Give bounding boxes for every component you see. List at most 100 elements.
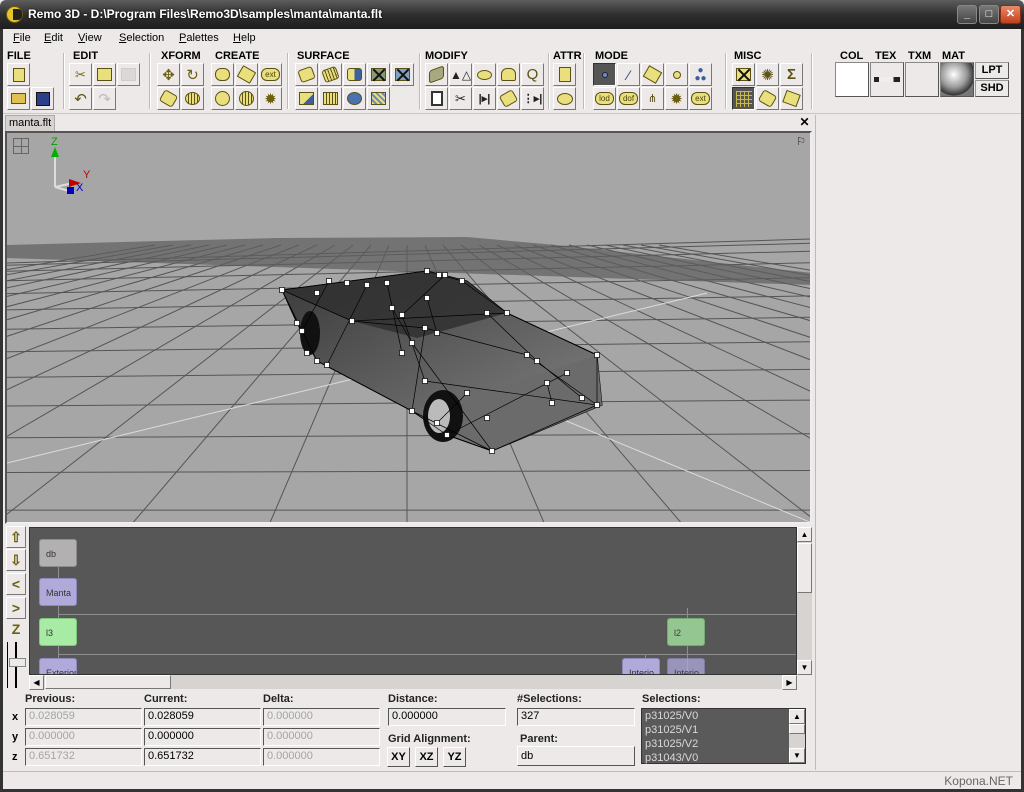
clear-color-button[interactable] bbox=[367, 63, 390, 86]
hierarchy-graph[interactable]: db Manta l3 Exterior l2 Interio Interio bbox=[29, 527, 797, 675]
selections-scrollbar[interactable]: ▲ ▼ bbox=[789, 709, 805, 763]
scroll-up-button[interactable]: ▲ bbox=[797, 527, 812, 542]
distribute-button[interactable]: ⋮▸| bbox=[521, 87, 544, 110]
vertex-mode-button[interactable] bbox=[593, 63, 616, 86]
nav-up-button[interactable]: ⇧ bbox=[6, 526, 26, 548]
align-button[interactable]: |▸| bbox=[473, 87, 496, 110]
menu-selection[interactable]: Selection bbox=[119, 32, 164, 44]
put-button[interactable] bbox=[157, 87, 180, 110]
undo-button[interactable]: ↶ bbox=[69, 87, 92, 110]
group-mode-button[interactable]: ● ●● bbox=[689, 63, 712, 86]
texture-swatch[interactable] bbox=[870, 62, 904, 97]
copy-button[interactable] bbox=[93, 63, 116, 86]
center-button[interactable] bbox=[756, 87, 779, 110]
texture-mapping-swatch[interactable] bbox=[905, 62, 939, 97]
nav-left-button[interactable]: < bbox=[6, 573, 26, 595]
delta-x-field[interactable]: 0.000000 bbox=[263, 708, 380, 726]
3d-viewport[interactable]: Z Y X ⚐ bbox=[5, 131, 812, 524]
merge-button[interactable]: ✂ bbox=[449, 87, 472, 110]
paste-button[interactable] bbox=[117, 63, 140, 86]
scroll-left-button[interactable]: ◀ bbox=[29, 675, 44, 690]
paint-material-button[interactable] bbox=[343, 63, 366, 86]
find-button[interactable]: Q bbox=[521, 63, 544, 86]
current-x-field[interactable]: 0.028059 bbox=[144, 708, 261, 726]
switch-mode-button[interactable]: ⋔ bbox=[641, 87, 664, 110]
rotate-button[interactable]: ↻ bbox=[181, 63, 204, 86]
explode-button[interactable]: ✺ bbox=[756, 63, 779, 86]
face-mode-button[interactable] bbox=[641, 63, 664, 86]
texture-map-button[interactable] bbox=[367, 87, 390, 110]
grid-xz-button[interactable]: XZ bbox=[415, 747, 438, 767]
split-button[interactable] bbox=[425, 87, 448, 110]
minimize-button[interactable]: _ bbox=[957, 5, 977, 24]
comment-button[interactable] bbox=[553, 87, 576, 110]
node-l2[interactable]: l2 bbox=[667, 618, 705, 646]
scroll-thumb[interactable] bbox=[789, 724, 805, 734]
shd-button[interactable]: SHD bbox=[975, 80, 1009, 97]
cut-button[interactable]: ✂ bbox=[69, 63, 92, 86]
color-swatch[interactable] bbox=[835, 62, 869, 97]
paint-texture-button[interactable] bbox=[319, 63, 342, 86]
object-mode-button[interactable] bbox=[665, 63, 688, 86]
node-interior-1[interactable]: Interio bbox=[622, 658, 660, 674]
node-l3[interactable]: l3 bbox=[39, 618, 77, 646]
extrude-button[interactable] bbox=[473, 63, 496, 86]
snap-grid-button[interactable] bbox=[732, 87, 755, 110]
flip-button[interactable]: ▲△ bbox=[449, 63, 472, 86]
statistics-button[interactable]: Σ bbox=[780, 63, 803, 86]
list-item[interactable]: p31025/V1 bbox=[642, 723, 805, 737]
menu-help[interactable]: Help bbox=[233, 32, 256, 44]
material-swatch[interactable] bbox=[940, 62, 974, 97]
create-face-button[interactable] bbox=[211, 87, 234, 110]
paint-color-button[interactable] bbox=[295, 63, 318, 86]
menu-view[interactable]: View bbox=[78, 32, 102, 44]
nav-down-button[interactable]: ⇩ bbox=[6, 549, 26, 571]
pick-texture-button[interactable] bbox=[319, 87, 342, 110]
selections-list[interactable]: p31025/V0 p31025/V1 p31025/V2 p31043/V0 … bbox=[641, 708, 806, 764]
close-button[interactable]: ✕ bbox=[1000, 5, 1021, 24]
menu-file[interactable]: File bbox=[13, 32, 31, 44]
create-object-button[interactable] bbox=[235, 63, 258, 86]
scroll-thumb[interactable] bbox=[797, 543, 812, 593]
clear-texture-button[interactable] bbox=[391, 63, 414, 86]
scroll-thumb[interactable] bbox=[45, 675, 171, 689]
node-db[interactable]: db bbox=[39, 539, 77, 567]
document-tab[interactable]: manta.flt bbox=[5, 115, 55, 131]
menu-palettes[interactable]: Palettes bbox=[179, 32, 219, 44]
scroll-down-button[interactable]: ▼ bbox=[789, 748, 805, 763]
maximize-button[interactable]: □ bbox=[979, 5, 999, 24]
pick-color-button[interactable] bbox=[295, 87, 318, 110]
open-button[interactable] bbox=[7, 87, 30, 110]
zoom-slider[interactable] bbox=[7, 642, 26, 688]
scale-button[interactable] bbox=[181, 87, 204, 110]
project-button[interactable] bbox=[497, 87, 520, 110]
edge-mode-button[interactable]: ⁄ bbox=[617, 63, 640, 86]
list-item[interactable]: p31025/V0 bbox=[642, 709, 805, 723]
scroll-right-button[interactable]: ▶ bbox=[782, 675, 797, 690]
list-item[interactable]: p31025/V2 bbox=[642, 737, 805, 751]
scroll-up-button[interactable]: ▲ bbox=[789, 709, 805, 724]
create-lightpoint-button[interactable]: ✹ bbox=[259, 87, 282, 110]
create-sphere-button[interactable] bbox=[235, 87, 258, 110]
lpt-button[interactable]: LPT bbox=[975, 62, 1009, 79]
move-button[interactable]: ✥ bbox=[157, 63, 180, 86]
parent-button[interactable]: db bbox=[517, 746, 635, 766]
bounding-box-button[interactable] bbox=[732, 63, 755, 86]
ext-mode-button[interactable]: ext bbox=[689, 87, 712, 110]
hierarchy-vertical-scrollbar[interactable]: ▲ ▼ bbox=[797, 527, 812, 675]
attributes-button[interactable] bbox=[553, 63, 576, 86]
new-file-button[interactable] bbox=[7, 63, 30, 86]
node-interior-2[interactable]: Interio bbox=[667, 658, 705, 674]
zoom-slider-thumb[interactable] bbox=[9, 658, 26, 667]
grid-xy-button[interactable]: XY bbox=[387, 747, 410, 767]
slice-button[interactable] bbox=[497, 63, 520, 86]
node-manta[interactable]: Manta bbox=[39, 578, 77, 606]
create-ext-button[interactable]: ext bbox=[259, 63, 282, 86]
lightpoint-mode-button[interactable]: ✹ bbox=[665, 87, 688, 110]
pick-material-button[interactable] bbox=[343, 87, 366, 110]
viewport-layout-icon[interactable] bbox=[13, 138, 29, 154]
lod-mode-button[interactable]: lod bbox=[593, 87, 616, 110]
nav-right-button[interactable]: > bbox=[6, 597, 26, 619]
current-y-field[interactable]: 0.000000 bbox=[144, 728, 261, 746]
node-exterior[interactable]: Exterior bbox=[39, 658, 77, 674]
